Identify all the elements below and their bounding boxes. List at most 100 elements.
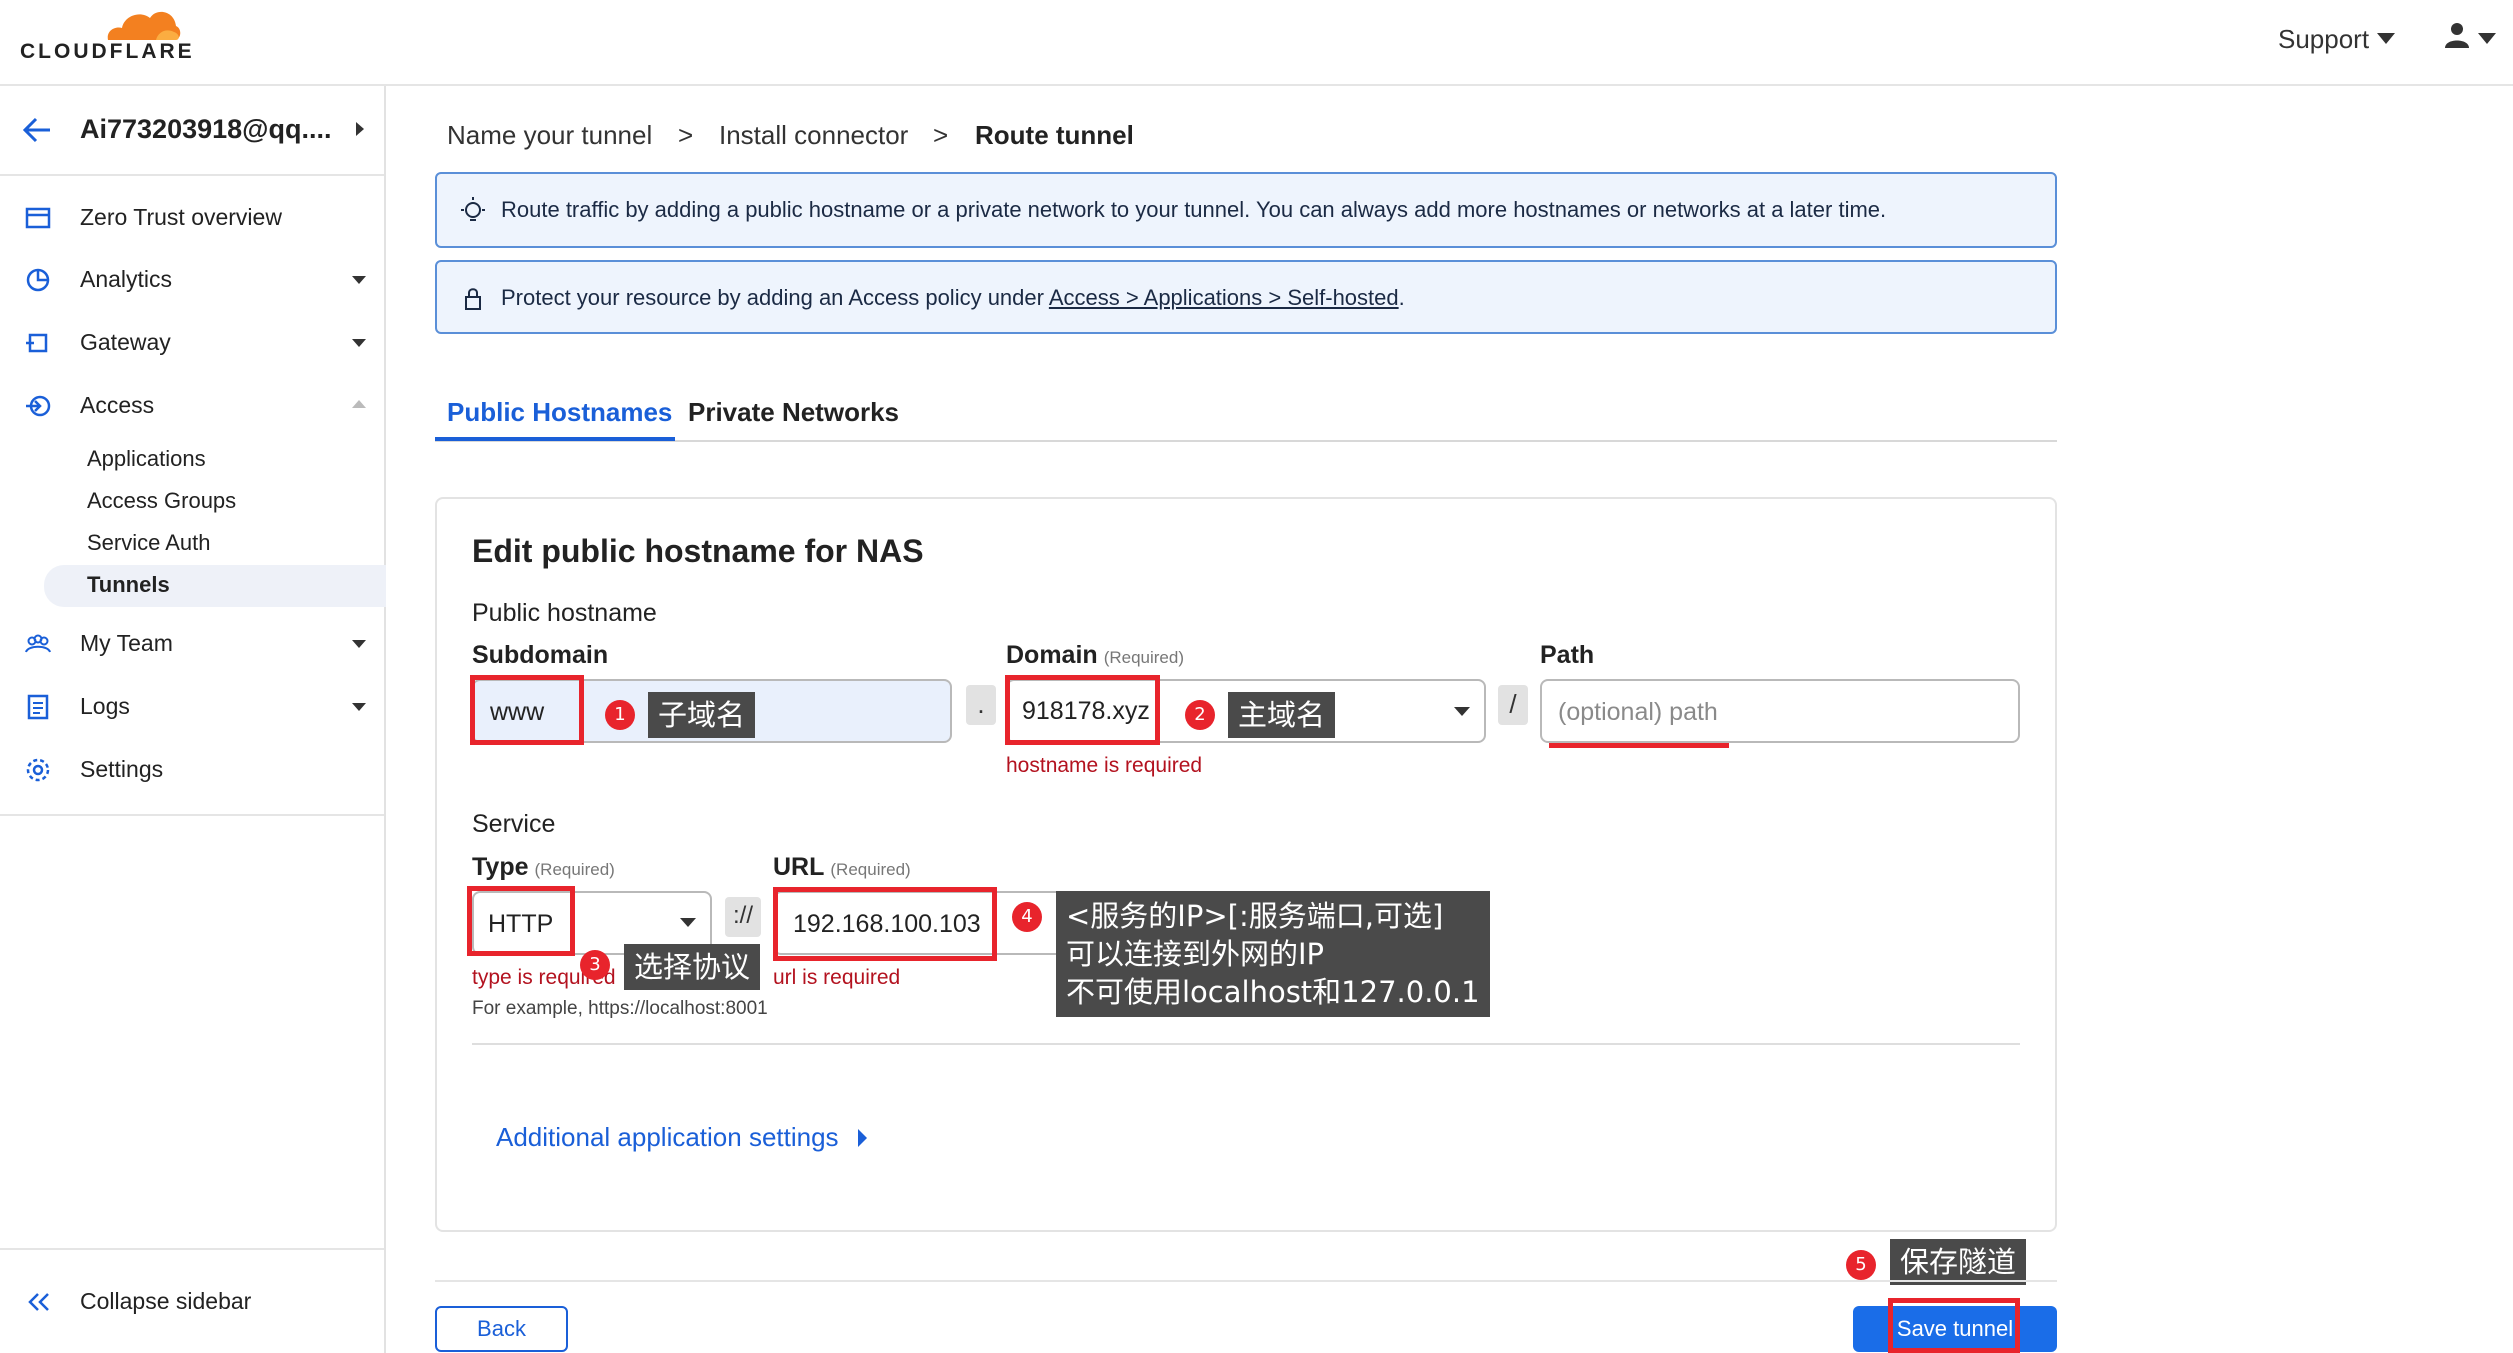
- arrow-left-icon[interactable]: [22, 116, 52, 144]
- type-hint: For example, https://localhost:8001: [472, 998, 768, 1019]
- team-icon: [25, 634, 51, 653]
- gear-icon: [26, 758, 50, 782]
- breadcrumb-separator: >: [678, 120, 694, 150]
- sidebar-item-gateway[interactable]: Gateway: [0, 315, 384, 371]
- sidebar-item-label: Access: [80, 392, 155, 418]
- sidebar-item-analytics[interactable]: Analytics: [0, 252, 384, 308]
- annotation-badge-5: 5: [1846, 1250, 1876, 1280]
- subdomain-label: Subdomain: [472, 641, 609, 669]
- chevron-right-icon[interactable]: [356, 122, 364, 136]
- card-title: Edit public hostname for NAS: [472, 533, 924, 569]
- double-chevron-left-icon: [28, 1293, 49, 1311]
- type-label: Type (Required): [472, 853, 615, 882]
- chevron-right-icon[interactable]: [858, 1129, 867, 1147]
- public-hostname-label: Public hostname: [472, 599, 657, 627]
- annotation-tip-3: 选择协议: [624, 944, 761, 990]
- annotation-tip-2: 主域名: [1228, 692, 1336, 738]
- breadcrumb-step-install-connector[interactable]: Install connector: [719, 120, 908, 151]
- chevron-down-icon[interactable]: [352, 640, 366, 648]
- analytics-icon: [26, 268, 50, 292]
- additional-settings-link[interactable]: Additional application settings: [496, 1122, 839, 1153]
- lightbulb-icon: [461, 197, 485, 221]
- required-tag: (Required): [1103, 648, 1184, 667]
- domain-label-text: Domain: [1006, 641, 1098, 669]
- tab-public-hostnames[interactable]: Public Hostnames: [447, 397, 672, 428]
- path-label: Path: [1540, 641, 1595, 669]
- chevron-down-icon[interactable]: [352, 339, 366, 347]
- annotation-tip-4: <服务的IP>[:服务端口,可选] 可以连接到外网的IP 不可使用localho…: [1056, 891, 1490, 1017]
- sidebar-subitem-tunnels[interactable]: Tunnels: [87, 572, 170, 598]
- info-banner-protect: Protect your resource by adding an Acces…: [435, 260, 2057, 334]
- info-protect-text: Protect your resource by adding an Acces…: [501, 285, 1405, 311]
- annotation-box-url: [773, 887, 997, 961]
- chevron-down-icon[interactable]: [680, 918, 696, 927]
- account-switcher[interactable]: Ai773203918@qq....: [0, 86, 384, 176]
- form-divider: [472, 1043, 2020, 1045]
- tab-active-indicator: [435, 437, 675, 441]
- cloudflare-logo-icon[interactable]: [100, 6, 182, 42]
- sidebar-item-label: Zero Trust overview: [80, 204, 282, 230]
- annotation-tip-1: 子域名: [648, 692, 756, 738]
- sidebar-item-logs[interactable]: Logs: [0, 679, 384, 735]
- type-label-text: Type: [472, 853, 529, 881]
- sidebar-item-label: Gateway: [80, 329, 171, 355]
- url-label-text: URL: [773, 853, 825, 881]
- annotation-badge-4: 4: [1012, 902, 1042, 932]
- dot-separator: .: [966, 685, 996, 725]
- domain-label: Domain (Required): [1006, 641, 1184, 670]
- info-banner-route: Route traffic by adding a public hostnam…: [435, 172, 2057, 248]
- annotation-tip-4-line: <服务的IP>[:服务端口,可选]: [1066, 899, 1444, 933]
- access-applications-link[interactable]: Access > Applications > Self-hosted: [1049, 285, 1399, 310]
- annotation-box-save: [1888, 1298, 2020, 1353]
- info-route-text: Route traffic by adding a public hostnam…: [501, 197, 1887, 222]
- domain-error: hostname is required: [1006, 754, 1203, 777]
- annotation-badge-3: 3: [580, 950, 610, 980]
- info-protect-suffix: .: [1398, 285, 1405, 310]
- chevron-down-icon[interactable]: [1454, 707, 1470, 716]
- footer-divider: [435, 1280, 2057, 1282]
- sidebar-subitem-service-auth[interactable]: Service Auth: [87, 530, 211, 556]
- breadcrumb-step-route-tunnel: Route tunnel: [975, 120, 1134, 150]
- sidebar: Ai773203918@qq.... Zero Trust overview A…: [0, 86, 386, 1353]
- sidebar-subitem-applications[interactable]: Applications: [87, 446, 206, 472]
- back-button[interactable]: Back: [435, 1306, 568, 1352]
- chevron-down-icon[interactable]: [352, 276, 366, 284]
- service-label: Service: [472, 810, 556, 838]
- breadcrumb-step-name-tunnel[interactable]: Name your tunnel: [447, 120, 652, 151]
- annotation-tip-4-line: 不可使用localhost和127.0.0.1: [1066, 975, 1480, 1009]
- url-error: url is required: [773, 966, 901, 989]
- annotation-box-subdomain: [470, 675, 584, 745]
- annotation-box-type: [467, 886, 575, 956]
- sidebar-subitem-access-groups[interactable]: Access Groups: [87, 488, 236, 514]
- chevron-down-icon[interactable]: [2478, 33, 2496, 44]
- sidebar-item-label: Analytics: [80, 266, 173, 292]
- annotation-badge-2: 2: [1185, 700, 1215, 730]
- sidebar-item-my-team[interactable]: My Team: [0, 616, 384, 672]
- tab-private-networks[interactable]: Private Networks: [688, 397, 899, 428]
- chevron-down-icon[interactable]: [352, 703, 366, 711]
- url-label: URL (Required): [773, 853, 911, 882]
- collapse-sidebar-button[interactable]: Collapse sidebar: [0, 1248, 384, 1353]
- sidebar-item-label: Settings: [80, 756, 164, 782]
- chevron-up-icon[interactable]: [352, 400, 366, 408]
- user-icon[interactable]: [2443, 22, 2471, 48]
- logo-text[interactable]: CLOUDFLARE: [20, 40, 195, 64]
- annotation-box-domain: [1005, 675, 1160, 745]
- chevron-down-icon[interactable]: [2377, 33, 2395, 44]
- account-name[interactable]: Ai773203918@qq....: [80, 114, 331, 145]
- sidebar-item-settings[interactable]: Settings: [0, 742, 384, 798]
- support-menu[interactable]: Support: [2278, 24, 2369, 55]
- sidebar-item-label: Logs: [80, 693, 130, 719]
- tabs-divider: [435, 440, 2057, 442]
- path-placeholder: (optional) path: [1558, 698, 1718, 726]
- overview-icon: [25, 207, 51, 229]
- slash-separator: /: [1498, 685, 1528, 725]
- top-bar: CLOUDFLARE Support: [0, 0, 2513, 86]
- breadcrumb-separator: >: [933, 120, 949, 150]
- sidebar-item-access[interactable]: Access: [0, 378, 384, 434]
- sidebar-divider: [0, 814, 384, 816]
- lock-icon: [465, 288, 481, 310]
- annotation-badge-1: 1: [605, 700, 635, 730]
- sidebar-item-overview[interactable]: Zero Trust overview: [0, 190, 384, 246]
- required-tag: (Required): [830, 860, 911, 879]
